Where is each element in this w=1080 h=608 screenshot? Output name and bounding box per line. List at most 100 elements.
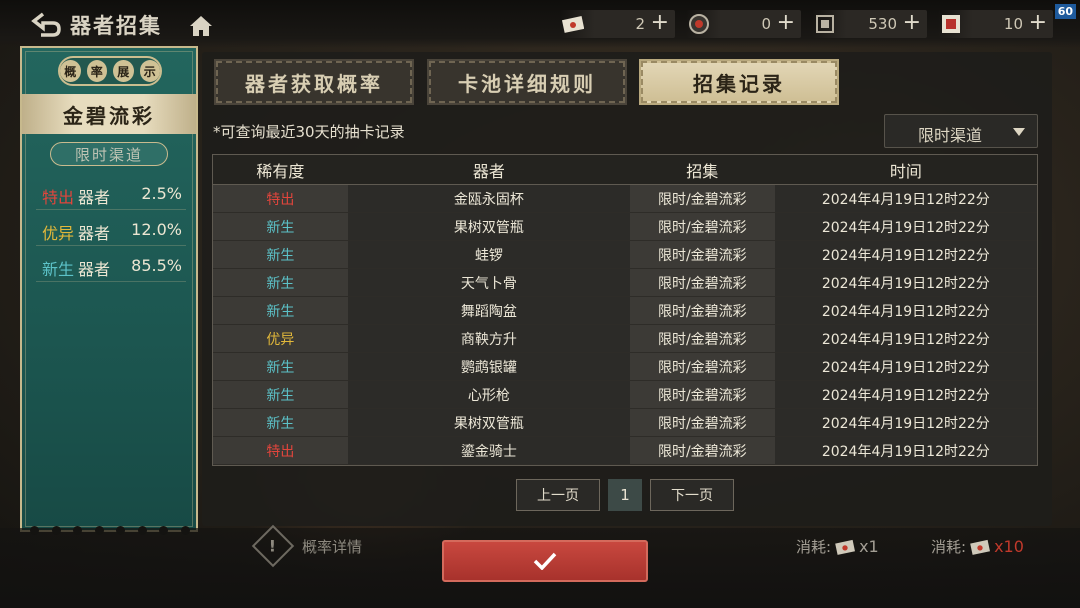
probability-detail-button[interactable]: ! 概率详情 [251,524,363,568]
table-header: 稀有度 器者 招集 时间 [213,155,1037,185]
probability-panel: 概 率 展 示 金碧流彩 限时渠道 特出 器者 2.5% 优异 器者 12.0%… [20,46,198,535]
resource-token: 0 + [686,10,801,38]
recruit-cell: 限时/金碧流彩 [629,437,775,464]
table-row: 特出 金瓯永固杯 限时/金碧流彩 2024年4月19日12时22分 [213,185,1037,213]
rate-label: 器者 [78,224,111,243]
add-red-seal-button[interactable]: + [1029,10,1047,35]
rate-row: 新生 器者 85.5% [36,252,186,282]
tab-acquire-probability[interactable]: 器者获取概率 [214,59,414,105]
envelope-icon [970,539,991,555]
channel-dropdown[interactable]: 限时渠道 [884,114,1038,148]
rarity-level: 新生 [42,260,75,279]
query-note: *可查询最近30天的抽卡记录 [213,123,405,141]
rarity-cell: 新生 [213,269,348,296]
resource-red-seal: 10 + [938,10,1053,38]
time-cell: 2024年4月19日12时22分 [774,241,1037,268]
tab-char: 示 [139,60,160,82]
name-cell: 鎏金骑士 [347,437,630,464]
name-cell: 天气卜骨 [347,269,630,296]
resource-scroll: 530 + [812,10,927,38]
table-row: 新生 舞蹈陶盆 限时/金碧流彩 2024年4月19日12时22分 [213,297,1037,325]
time-cell: 2024年4月19日12时22分 [774,269,1037,296]
home-button[interactable] [188,14,214,38]
cost-label: 消耗: [931,538,967,556]
rate-percent: 12.0% [131,220,182,239]
recruit-cell: 限时/金碧流彩 [629,185,775,212]
table-body: 特出 金瓯永固杯 限时/金碧流彩 2024年4月19日12时22分 新生 果树双管瓶 限时/… [213,185,1037,465]
rate-percent: 85.5% [131,256,182,275]
resource-count: 530 [868,15,897,33]
table-row: 新生 果树双管瓶 限时/金碧流彩 2024年4月19日12时22分 [213,409,1037,437]
time-cell: 2024年4月19日12时22分 [774,353,1037,380]
back-button[interactable] [28,8,68,42]
records-panel: 器者获取概率 卡池详细规则 招集记录 *可查询最近30天的抽卡记录 限时渠道 稀… [202,52,1052,526]
checkmark-icon [533,552,557,570]
name-cell: 蛙锣 [347,241,630,268]
resource-count: 2 [635,15,645,33]
top-bar: 器者招集 2 + 0 + 530 + 10 + 60 [0,0,1080,48]
tab-char: 率 [86,60,107,82]
rarity-level: 特出 [42,188,75,207]
time-cell: 2024年4月19日12时22分 [774,437,1037,464]
column-header-name: 器者 [472,161,505,181]
home-icon [190,16,212,36]
probability-detail-label: 概率详情 [302,537,363,556]
rarity-cell: 特出 [213,185,348,212]
table-row: 特出 鎏金骑士 限时/金碧流彩 2024年4月19日12时22分 [213,437,1037,465]
records-table: 稀有度 器者 招集 时间 特出 金瓯永固杯 限时/金碧流彩 2024年4月19日12时… [212,154,1038,466]
table-row: 新生 蛙锣 限时/金碧流彩 2024年4月19日12时22分 [213,241,1037,269]
name-cell: 舞蹈陶盆 [347,297,630,324]
token-icon [686,12,712,36]
probability-display-tab: 概 率 展 示 [58,56,162,86]
pagination: 上一页 1 下一页 [516,479,734,511]
time-cell: 2024年4月19日12时22分 [774,409,1037,436]
rate-row: 优异 器者 12.0% [36,216,186,246]
name-cell: 果树双管瓶 [347,213,630,240]
envelope-icon [560,12,586,36]
rate-row: 特出 器者 2.5% [36,180,186,210]
exclamation-icon: ! [251,524,295,568]
recruit-cell: 限时/金碧流彩 [629,353,775,380]
table-row: 优异 商鞅方升 限时/金碧流彩 2024年4月19日12时22分 [213,325,1037,353]
time-cell: 2024年4月19日12时22分 [774,325,1037,352]
name-cell: 鹦鹉银罐 [347,353,630,380]
rate-label: 器者 [78,188,111,207]
recruit-cell: 限时/金碧流彩 [629,381,775,408]
column-header-time: 时间 [889,161,922,181]
column-header-recruit: 招集 [686,161,719,181]
name-cell: 商鞅方升 [347,325,630,352]
rate-label: 器者 [78,260,111,279]
recruit-cell: 限时/金碧流彩 [629,409,775,436]
tab-recruit-records[interactable]: 招集记录 [639,59,839,105]
rarity-level: 优异 [42,224,75,243]
cost-count: x1 [859,537,879,556]
rarity-cell: 新生 [213,241,348,268]
fps-counter: 60 [1054,4,1076,19]
name-cell: 心形枪 [347,381,630,408]
recruit-cell: 限时/金碧流彩 [629,325,775,352]
next-page-button[interactable]: 下一页 [650,479,734,511]
ten-cost: 消耗: x10 [931,536,1024,557]
recruit-cell: 限时/金碧流彩 [629,241,775,268]
rarity-cell: 新生 [213,213,348,240]
red-seal-icon [938,12,964,36]
dropdown-value: 限时渠道 [918,126,983,145]
add-envelope-button[interactable]: + [651,10,669,35]
time-cell: 2024年4月19日12时22分 [774,213,1037,240]
rarity-cell: 新生 [213,409,348,436]
single-cost: 消耗: x1 [796,536,879,557]
recruit-cell: 限时/金碧流彩 [629,269,775,296]
envelope-icon [835,539,856,555]
add-scroll-button[interactable]: + [903,10,921,35]
table-row: 新生 天气卜骨 限时/金碧流彩 2024年4月19日12时22分 [213,269,1037,297]
cost-count: x10 [994,537,1024,556]
current-page: 1 [608,479,642,511]
tab-char: 概 [60,60,81,82]
add-token-button[interactable]: + [777,10,795,35]
rarity-cell: 新生 [213,381,348,408]
tab-pool-rules[interactable]: 卡池详细规则 [427,59,627,105]
confirm-button[interactable] [442,540,648,582]
recruit-cell: 限时/金碧流彩 [629,297,775,324]
rarity-cell: 新生 [213,297,348,324]
prev-page-button[interactable]: 上一页 [516,479,600,511]
